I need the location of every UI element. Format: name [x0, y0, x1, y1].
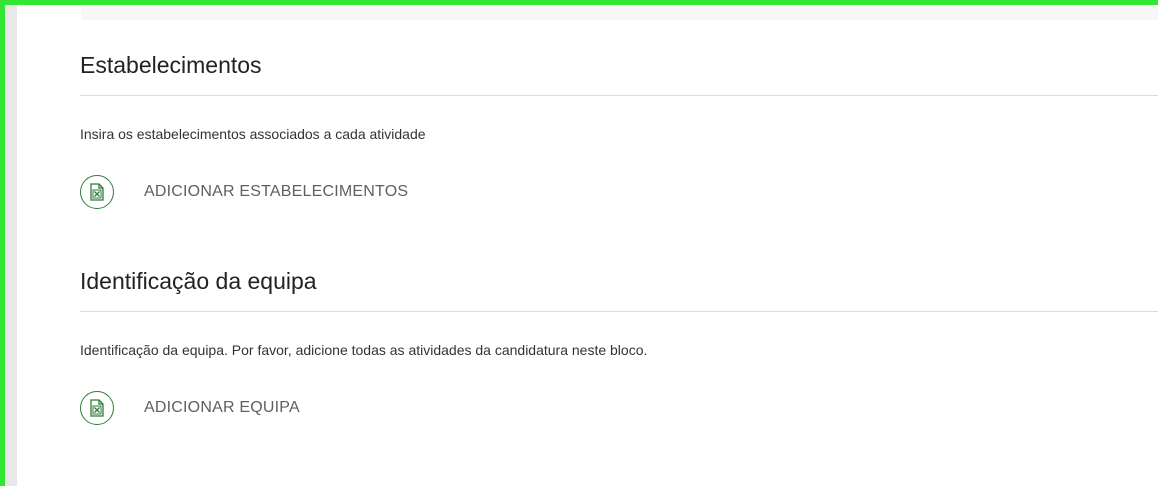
add-estabelecimentos-label[interactable]: ADICIONAR ESTABELECIMENTOS [144, 183, 408, 201]
add-equipa-button[interactable]: ADICIONAR EQUIPA [80, 391, 460, 425]
add-estabelecimentos-button[interactable]: ADICIONAR ESTABELECIMENTOS [80, 175, 460, 209]
section-title: Identificação da equipa [80, 268, 317, 294]
excel-file-icon[interactable] [80, 175, 114, 209]
section-divider [80, 95, 1158, 96]
section-divider [80, 311, 1158, 312]
left-gutter [5, 5, 17, 486]
form-panel: Estabelecimentos Insira os estabelecimen… [17, 5, 1158, 486]
section-estabelecimentos: Estabelecimentos Insira os estabelecimen… [80, 47, 1158, 209]
add-equipa-label[interactable]: ADICIONAR EQUIPA [144, 399, 300, 417]
section-identificacao-equipa: Identificação da equipa Identificação da… [80, 263, 1158, 425]
section-description: Insira os estabelecimentos associados a … [80, 126, 426, 142]
excel-file-icon[interactable] [80, 391, 114, 425]
section-description: Identificação da equipa. Por favor, adic… [80, 342, 648, 358]
previous-section-strip [81, 5, 1158, 20]
section-title: Estabelecimentos [80, 52, 262, 78]
